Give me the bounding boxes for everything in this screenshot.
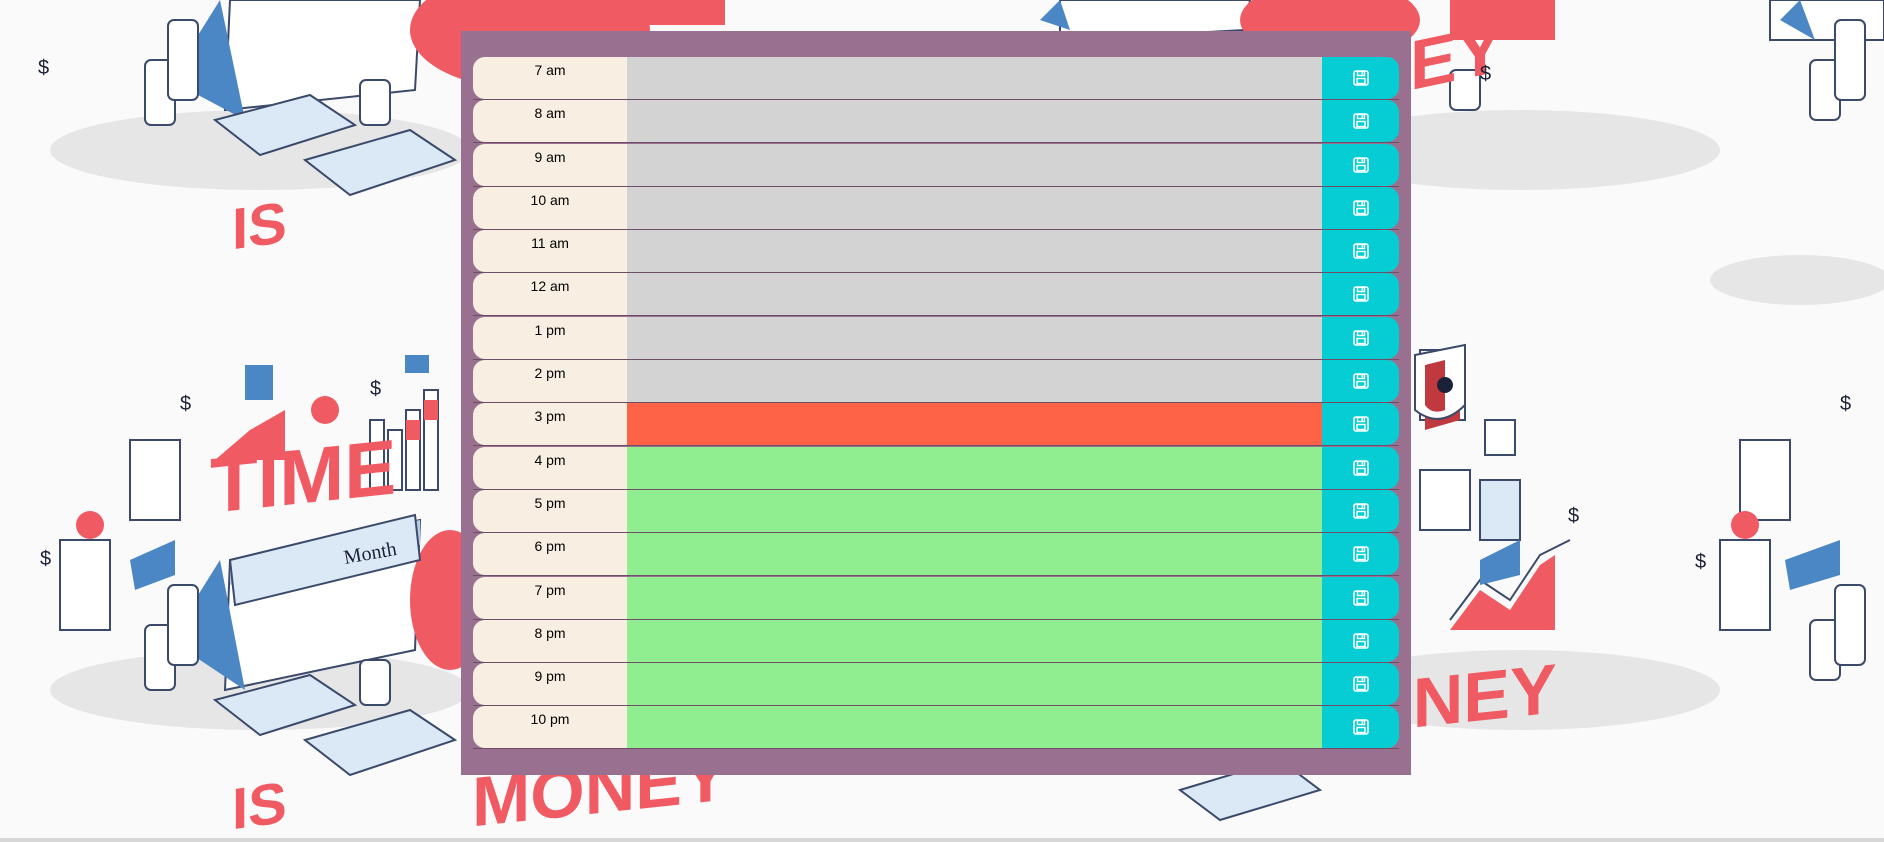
save-button[interactable] (1322, 57, 1399, 99)
event-description-input[interactable] (627, 446, 1322, 489)
svg-text:$: $ (370, 378, 381, 400)
time-block-row-3-pm: 3 pm (473, 403, 1399, 447)
save-icon (1352, 503, 1369, 519)
save-icon (1352, 719, 1369, 736)
event-description-input[interactable] (627, 663, 1322, 706)
planner-container: 7 am 8 am 9 am 10 am 11 am 12 am 1 pm 2 … (461, 31, 1411, 775)
hour-label: 12 am (473, 273, 627, 316)
save-icon (1352, 676, 1369, 692)
event-description-input[interactable] (627, 533, 1322, 576)
save-button[interactable] (1322, 576, 1399, 619)
time-block-row-8-pm: 8 pm (473, 619, 1399, 663)
time-block-row-12-am: 12 am (473, 273, 1399, 317)
time-block-row-9-pm: 9 pm (473, 663, 1399, 707)
svg-text:$: $ (1695, 551, 1706, 573)
save-icon (1352, 329, 1369, 346)
event-description-input[interactable] (627, 273, 1322, 316)
event-description-input[interactable] (627, 360, 1322, 403)
event-description-input[interactable] (627, 100, 1322, 143)
save-button[interactable] (1322, 403, 1399, 446)
svg-text:$: $ (1568, 505, 1579, 527)
time-block-row-8-am: 8 am (473, 100, 1399, 144)
time-block-row-6-pm: 6 pm (473, 533, 1399, 577)
time-block-row-7-pm: 7 pm (473, 576, 1399, 620)
save-button[interactable] (1322, 143, 1399, 186)
save-button[interactable] (1322, 273, 1399, 316)
save-button[interactable] (1322, 663, 1399, 706)
hour-label: 10 am (473, 186, 627, 229)
hour-label: 3 pm (473, 403, 627, 446)
bottom-edge (0, 838, 1884, 842)
save-icon (1352, 286, 1369, 303)
svg-text:$: $ (40, 548, 51, 570)
save-icon (1352, 633, 1369, 649)
hour-label: 7 am (473, 57, 627, 99)
event-description-input[interactable] (627, 489, 1322, 532)
hour-label: 8 pm (473, 619, 627, 662)
time-block-row-11-am: 11 am (473, 230, 1399, 274)
event-description-input[interactable] (627, 619, 1322, 662)
time-block-row-2-pm: 2 pm (473, 360, 1399, 404)
save-icon (1352, 589, 1369, 606)
time-block-row-10-pm: 10 pm (473, 706, 1399, 750)
time-block-row-10-am: 10 am (473, 186, 1399, 230)
save-icon (1352, 200, 1369, 216)
hour-label: 9 am (473, 143, 627, 186)
event-description-input[interactable] (627, 706, 1322, 749)
hour-label: 4 pm (473, 446, 627, 489)
save-icon (1352, 156, 1369, 173)
hour-label: 5 pm (473, 489, 627, 532)
hour-label: 2 pm (473, 360, 627, 403)
hour-label: 7 pm (473, 576, 627, 619)
time-block-row-9-am: 9 am (473, 143, 1399, 187)
event-description-input[interactable] (627, 57, 1322, 99)
wallpaper-text-time: TIME (210, 423, 396, 530)
save-button[interactable] (1322, 316, 1399, 359)
save-button[interactable] (1322, 489, 1399, 532)
svg-text:$: $ (1840, 393, 1851, 415)
save-button[interactable] (1322, 619, 1399, 662)
save-button[interactable] (1322, 706, 1399, 749)
save-icon (1352, 459, 1369, 476)
time-block-row-5-pm: 5 pm (473, 489, 1399, 533)
wallpaper-text-ey: EY (1410, 7, 1503, 105)
hour-label: 1 pm (473, 316, 627, 359)
save-icon (1352, 113, 1369, 130)
save-icon (1352, 546, 1369, 563)
save-button[interactable] (1322, 533, 1399, 576)
save-button[interactable] (1322, 230, 1399, 273)
time-block-list: 7 am 8 am 9 am 10 am 11 am 12 am 1 pm 2 … (473, 57, 1399, 750)
svg-text:$: $ (38, 57, 49, 79)
time-block-row-4-pm: 4 pm (473, 446, 1399, 490)
save-button[interactable] (1322, 360, 1399, 403)
event-description-input[interactable] (627, 230, 1322, 273)
save-icon (1352, 416, 1369, 433)
save-icon (1352, 243, 1369, 259)
time-block-row-1-pm: 1 pm (473, 316, 1399, 360)
hour-label: 10 pm (473, 706, 627, 749)
wallpaper-text-is-2: IS (232, 770, 287, 842)
save-icon (1352, 70, 1369, 86)
event-description-input[interactable] (627, 403, 1322, 446)
event-description-input[interactable] (627, 143, 1322, 186)
hour-label: 6 pm (473, 533, 627, 576)
time-block-row-7-am: 7 am (473, 57, 1399, 100)
save-icon (1352, 373, 1369, 389)
save-button[interactable] (1322, 186, 1399, 229)
hour-label: 9 pm (473, 663, 627, 706)
save-button[interactable] (1322, 100, 1399, 143)
save-button[interactable] (1322, 446, 1399, 489)
event-description-input[interactable] (627, 186, 1322, 229)
event-description-input[interactable] (627, 576, 1322, 619)
svg-text:$: $ (1480, 63, 1491, 85)
hour-label: 11 am (473, 230, 627, 273)
wallpaper-text-is: IS (232, 190, 287, 262)
svg-text:$: $ (180, 393, 191, 415)
event-description-input[interactable] (627, 316, 1322, 359)
hour-label: 8 am (473, 100, 627, 143)
